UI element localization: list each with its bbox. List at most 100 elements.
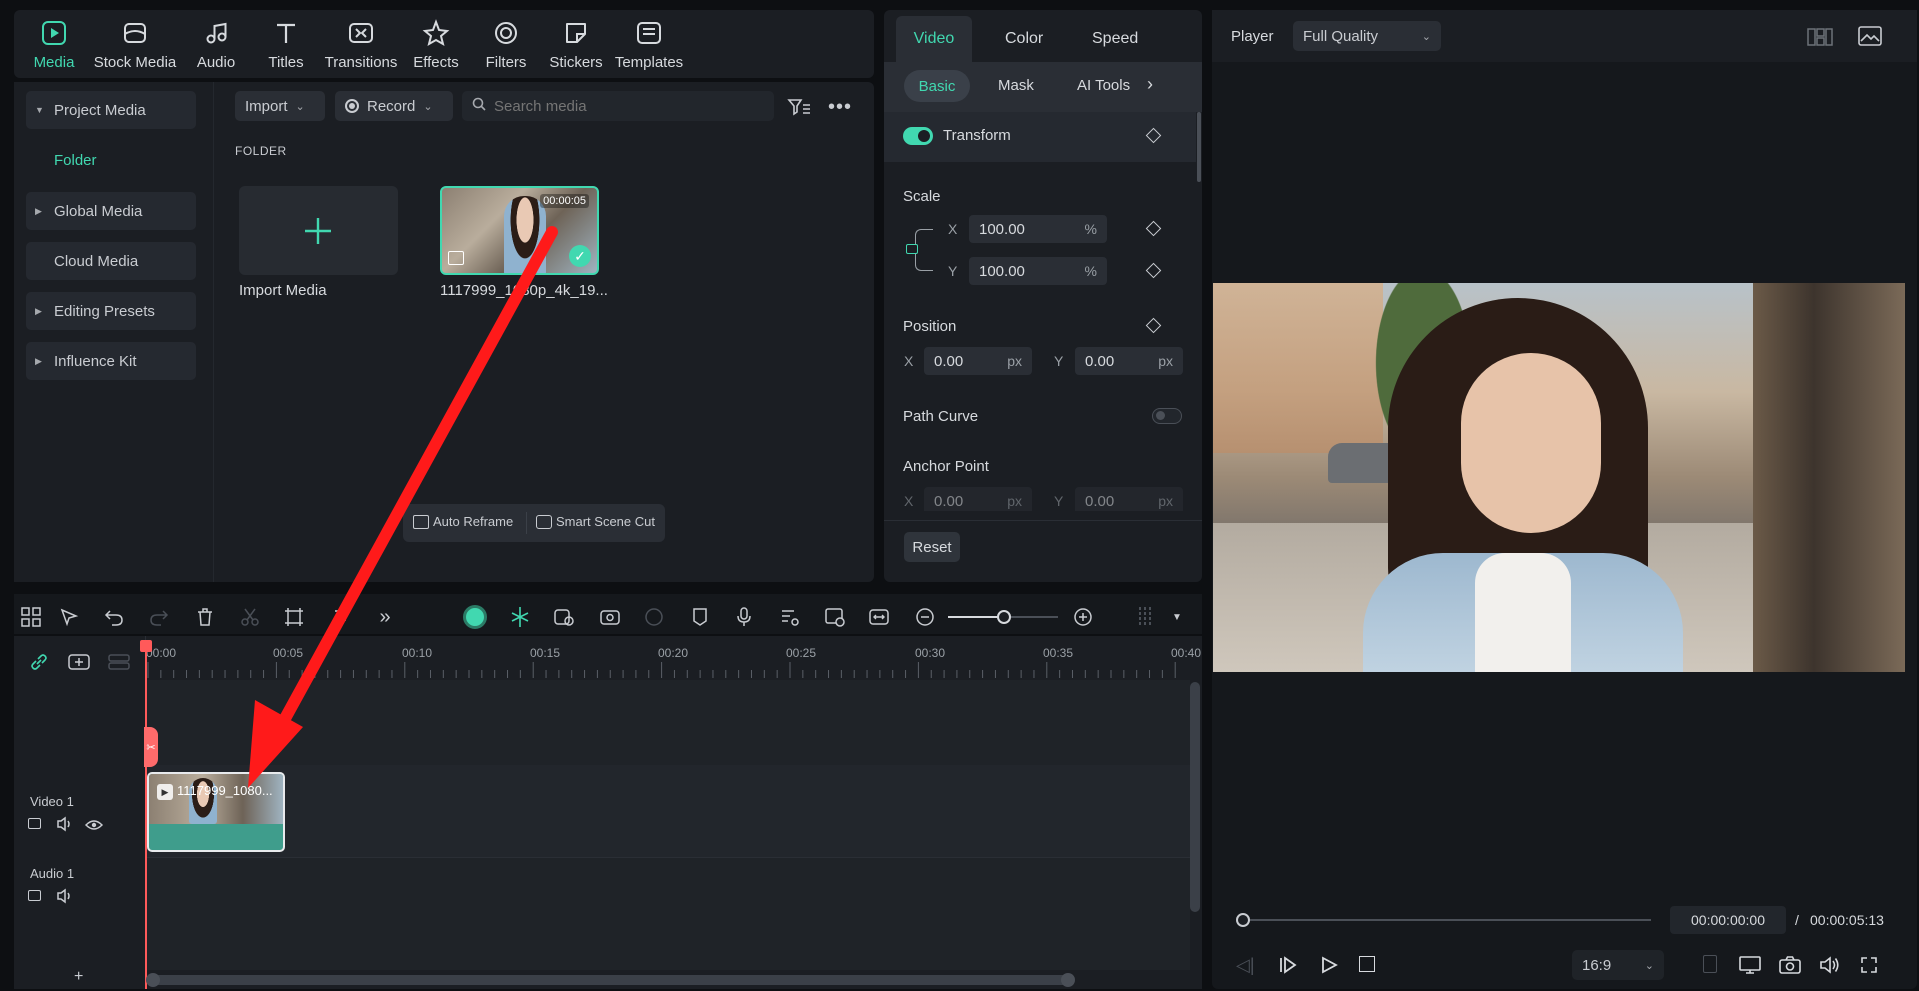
link-icon[interactable] — [29, 652, 49, 676]
scale-y-input[interactable]: 100.00 % — [969, 257, 1107, 285]
preview-render-icon[interactable] — [822, 604, 848, 630]
toolbar-label: Filters — [485, 54, 527, 71]
player-progress-track[interactable] — [1243, 919, 1651, 921]
sidebar-item-influence-kit[interactable]: ▶ Influence Kit — [26, 342, 196, 380]
import-media-tile[interactable] — [239, 186, 398, 275]
sidebar-item-folder[interactable]: Folder — [54, 152, 97, 169]
path-curve-toggle[interactable] — [1152, 408, 1182, 424]
snap-icon[interactable] — [507, 604, 533, 630]
crop-icon[interactable] — [281, 604, 307, 630]
view-options-dropdown-icon[interactable]: ▼ — [1164, 604, 1190, 630]
zoom-out-icon[interactable] — [912, 604, 938, 630]
track-lock-icon[interactable] — [28, 890, 41, 901]
reset-button[interactable]: Reset — [904, 532, 960, 562]
player-progress-handle[interactable] — [1236, 913, 1250, 927]
sidebar-item-global-media[interactable]: ▶ Global Media — [26, 192, 196, 230]
scale-x-value: 100.00 — [979, 220, 1025, 238]
redo-icon[interactable] — [146, 604, 172, 630]
grid-view-icon[interactable] — [1807, 28, 1833, 50]
media-clip-tile[interactable]: 00:00:05 ✓ — [440, 186, 599, 275]
keyframe-panel-icon[interactable] — [641, 604, 667, 630]
subtab-mask[interactable]: Mask — [998, 77, 1034, 94]
position-y-input[interactable]: 0.00 px — [1075, 347, 1183, 375]
px-unit: px — [1158, 493, 1173, 509]
timeline-horizontal-scrollbar[interactable] — [148, 975, 1074, 985]
sidebar-item-project-media[interactable]: ▼ Project Media — [26, 91, 196, 129]
auto-highlight-icon[interactable] — [597, 604, 623, 630]
search-box[interactable] — [462, 91, 774, 121]
camera-icon[interactable] — [1779, 955, 1801, 979]
play-reverse-icon[interactable] — [1278, 955, 1298, 979]
subtab-basic[interactable]: Basic — [904, 70, 970, 102]
video-preview[interactable] — [1213, 283, 1905, 672]
sidebar-item-cloud-media[interactable]: Cloud Media — [26, 242, 196, 280]
render-preview-icon[interactable] — [1703, 955, 1717, 973]
quality-dropdown[interactable]: Full Quality ⌄ — [1293, 21, 1441, 51]
auto-ripple-icon[interactable] — [551, 604, 577, 630]
ai-mate-icon[interactable] — [462, 604, 488, 630]
zoom-in-icon[interactable] — [1070, 604, 1096, 630]
playhead-handle[interactable] — [140, 640, 152, 652]
volume-icon[interactable] — [1819, 955, 1841, 979]
subtab-ai-tools[interactable]: AI Tools — [1077, 77, 1130, 94]
track-mute-icon[interactable] — [56, 888, 74, 908]
toolbar-label: Titles — [268, 54, 304, 71]
view-options-icon[interactable] — [1134, 604, 1160, 630]
add-track-icon[interactable] — [68, 654, 90, 674]
timeline-vertical-scrollbar[interactable] — [1190, 682, 1200, 912]
lock-icon[interactable] — [906, 244, 918, 254]
play-icon[interactable] — [1319, 955, 1339, 979]
fullscreen-icon[interactable] — [1860, 956, 1878, 978]
scrollbar-start-handle[interactable] — [146, 973, 160, 987]
track-mute-icon[interactable] — [56, 816, 74, 836]
caret-right-icon: ▶ — [35, 205, 42, 216]
previous-frame-icon[interactable]: ◁| — [1236, 955, 1255, 976]
filter-sort-icon[interactable] — [787, 97, 811, 121]
playhead-line[interactable] — [145, 642, 147, 989]
tab-color[interactable]: Color — [1005, 30, 1043, 48]
stickers-icon — [561, 18, 591, 48]
anchor-x-input[interactable]: 0.00 px — [924, 487, 1032, 511]
scrollbar-end-handle[interactable] — [1061, 973, 1075, 987]
microphone-icon[interactable] — [731, 604, 757, 630]
chevron-right-icon[interactable]: › — [1147, 74, 1153, 95]
fit-timeline-icon[interactable] — [866, 604, 892, 630]
timeline-video-clip[interactable]: ▶ 1117999_1080... — [147, 772, 285, 852]
add-track-button[interactable]: + — [74, 968, 83, 986]
select-tool-icon[interactable] — [56, 604, 82, 630]
image-icon[interactable] — [1858, 26, 1882, 50]
display-icon[interactable] — [1739, 955, 1761, 979]
track-lock-icon[interactable] — [28, 818, 41, 829]
stop-icon[interactable] — [1359, 956, 1375, 972]
aspect-ratio-dropdown[interactable]: 16:9 ⌄ — [1572, 950, 1664, 980]
position-x-input[interactable]: 0.00 px — [924, 347, 1032, 375]
tab-video[interactable]: Video — [896, 16, 972, 62]
scissors-handle-icon[interactable]: ✂ — [144, 727, 158, 767]
toolbar-templates[interactable]: Templates — [599, 18, 699, 71]
record-dropdown[interactable]: Record ⌄ — [335, 91, 453, 121]
tab-speed[interactable]: Speed — [1092, 30, 1138, 48]
search-input[interactable] — [494, 97, 744, 115]
anchor-y-input[interactable]: 0.00 px — [1075, 487, 1183, 511]
auto-reframe-button[interactable]: Auto Reframe — [413, 514, 513, 529]
chevron-down-icon: ⌄ — [295, 100, 305, 113]
rotate-icon[interactable] — [328, 604, 354, 630]
delete-icon[interactable] — [192, 604, 218, 630]
marker-icon[interactable] — [687, 604, 713, 630]
undo-icon[interactable] — [101, 604, 127, 630]
current-time-field[interactable]: 00:00:00:00 — [1670, 906, 1786, 934]
transform-toggle[interactable] — [903, 127, 933, 145]
split-icon[interactable] — [237, 604, 263, 630]
sidebar-item-editing-presets[interactable]: ▶ Editing Presets — [26, 292, 196, 330]
more-options-icon[interactable]: ••• — [828, 96, 852, 119]
more-tools-icon[interactable]: » — [372, 604, 398, 630]
audio-mixer-icon[interactable] — [777, 604, 803, 630]
smart-scene-cut-button[interactable]: Smart Scene Cut — [536, 514, 655, 529]
import-dropdown[interactable]: Import ⌄ — [235, 91, 325, 121]
track-manager-icon[interactable] — [108, 654, 130, 674]
properties-scrollbar[interactable] — [1197, 112, 1201, 182]
scale-x-input[interactable]: 100.00 % — [969, 215, 1107, 243]
layout-icon[interactable] — [18, 604, 44, 630]
zoom-slider-handle[interactable] — [997, 610, 1011, 624]
track-visibility-icon[interactable] — [84, 818, 104, 835]
